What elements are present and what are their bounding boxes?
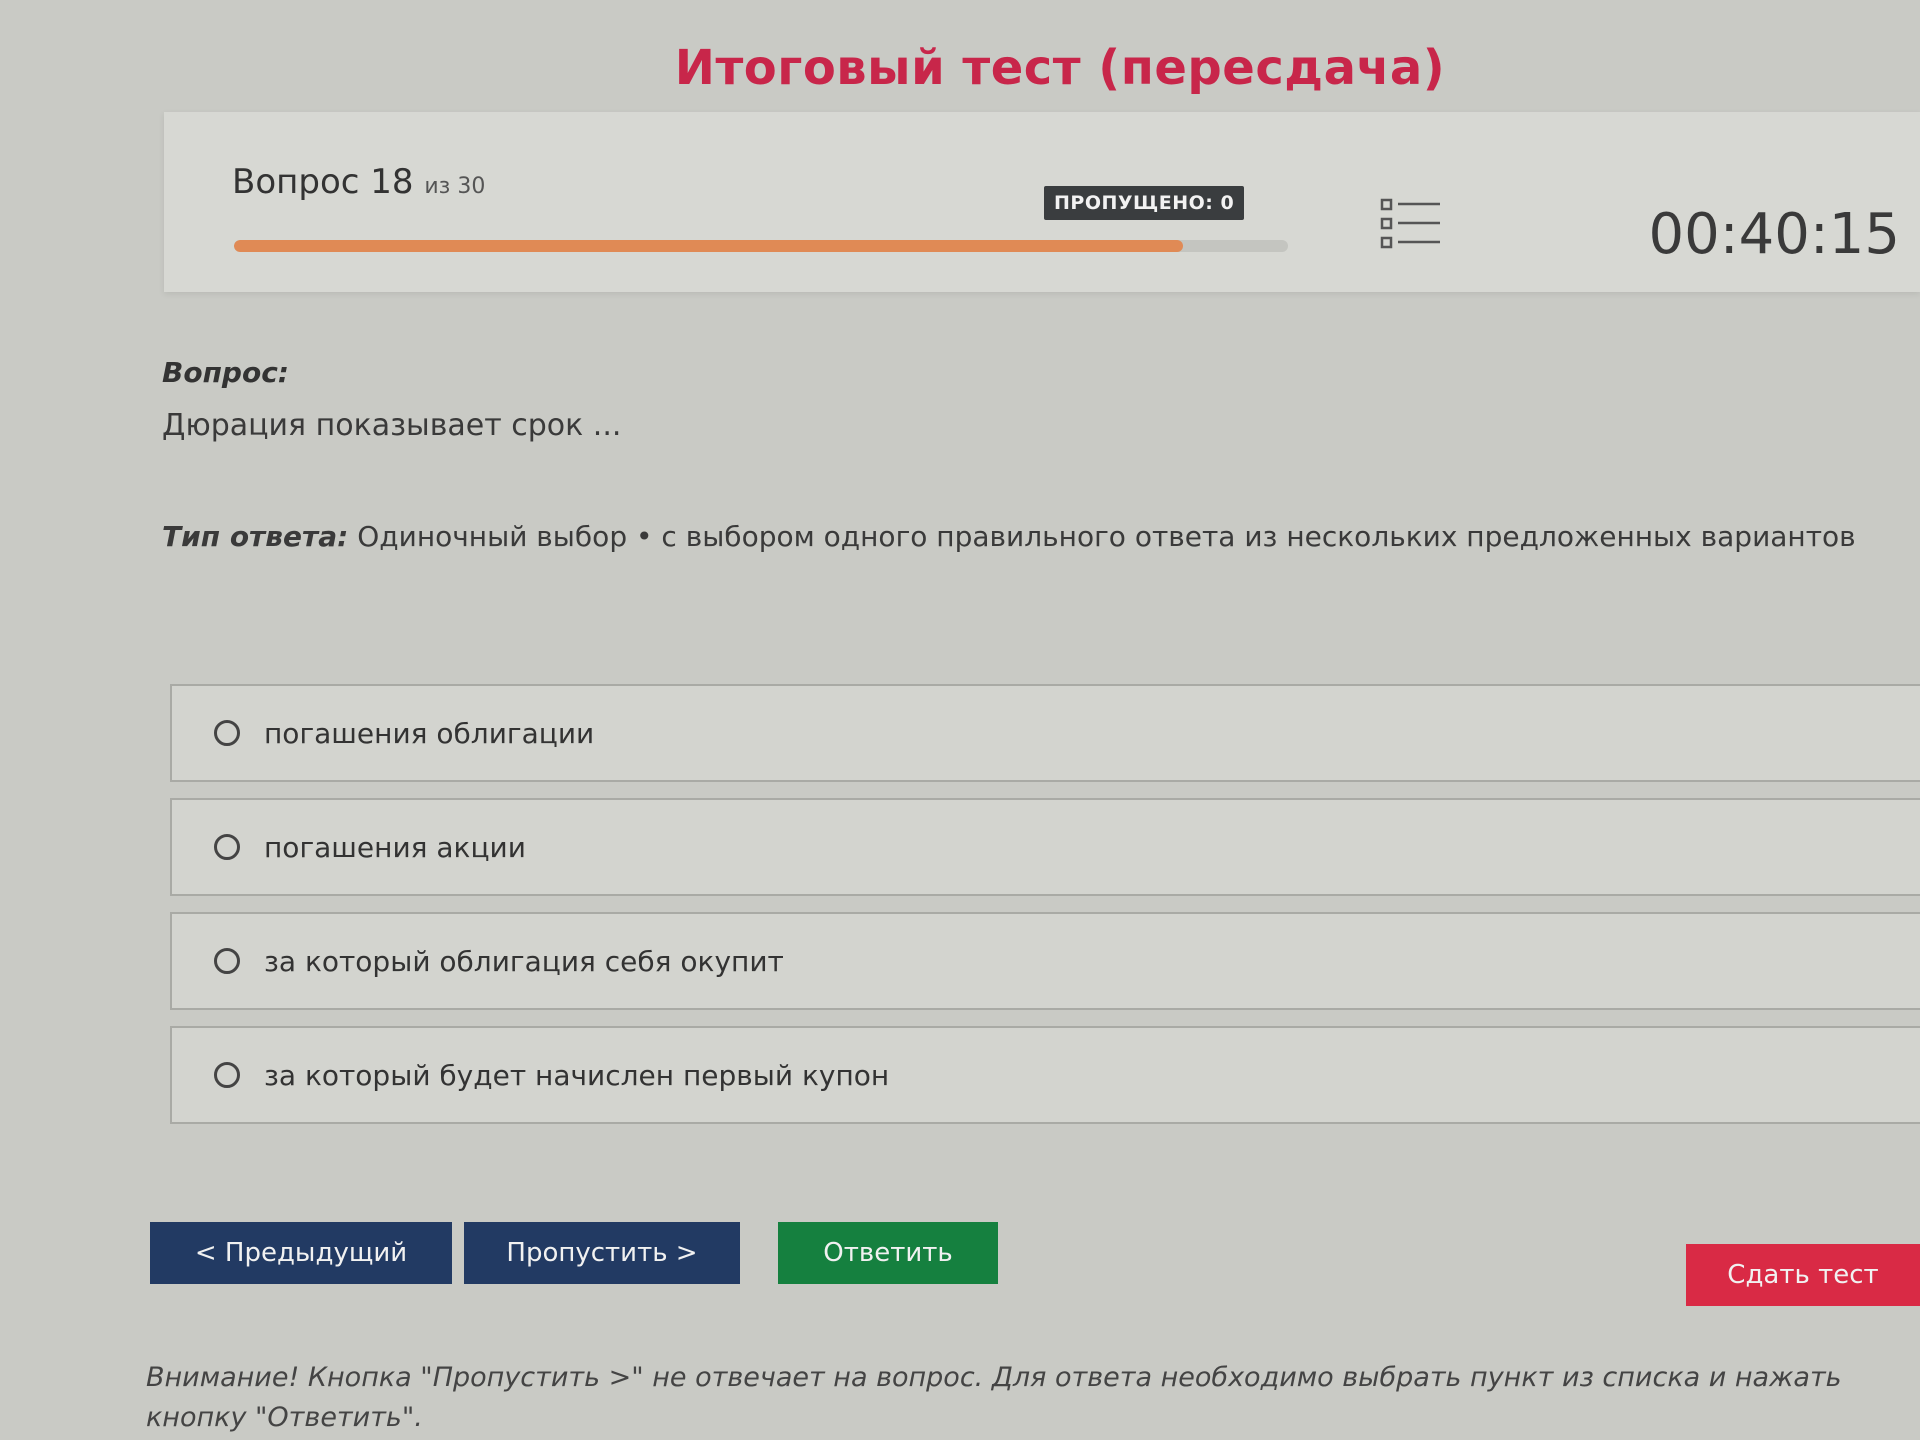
question-counter: Вопрос 18 из 30 bbox=[232, 162, 485, 202]
previous-button[interactable]: < Предыдущий bbox=[150, 1222, 452, 1284]
question-total: из 30 bbox=[424, 174, 486, 199]
answer-option[interactable]: за который будет начислен первый купон bbox=[170, 1026, 1920, 1124]
progress-bar-fill bbox=[234, 240, 1183, 252]
answer-option-label: погашения акции bbox=[264, 830, 526, 864]
answer-option-label: за который будет начислен первый купон bbox=[264, 1058, 890, 1092]
answer-option[interactable]: за который облигация себя окупит bbox=[170, 912, 1920, 1010]
question-list-icon[interactable] bbox=[1380, 196, 1442, 252]
submit-test-button[interactable]: Сдать тест bbox=[1686, 1244, 1920, 1306]
radio-button-icon[interactable] bbox=[214, 948, 240, 974]
test-header-panel: Вопрос 18 из 30 ПРОПУЩЕНО: 0 00:40:15 bbox=[164, 112, 1920, 292]
answer-type-label: Тип ответа: bbox=[162, 520, 349, 553]
question-word: Вопрос bbox=[232, 162, 360, 202]
answer-options: погашения облигации погашения акции за к… bbox=[170, 684, 1920, 1140]
skip-button[interactable]: Пропустить > bbox=[464, 1222, 740, 1284]
answer-option[interactable]: погашения облигации bbox=[170, 684, 1920, 782]
radio-button-icon[interactable] bbox=[214, 720, 240, 746]
question-current-number: 18 bbox=[370, 162, 414, 202]
answer-type: Тип ответа: Одиночный выбор • с выбором … bbox=[162, 520, 1856, 553]
answer-button[interactable]: Ответить bbox=[778, 1222, 998, 1284]
radio-button-icon[interactable] bbox=[214, 1062, 240, 1088]
answer-option-label: за который облигация себя окупит bbox=[264, 944, 784, 978]
radio-button-icon[interactable] bbox=[214, 834, 240, 860]
skipped-badge: ПРОПУЩЕНО: 0 bbox=[1044, 186, 1245, 220]
answer-option[interactable]: погашения акции bbox=[170, 798, 1920, 896]
skip-warning-note: Внимание! Кнопка "Пропустить >" не отвеч… bbox=[146, 1362, 1842, 1433]
page-title: Итоговый тест (пересдача) bbox=[674, 40, 1446, 96]
question-text: Дюрация показывает срок ... bbox=[162, 408, 622, 443]
progress-bar bbox=[234, 240, 1288, 252]
countdown-timer: 00:40:15 bbox=[1648, 202, 1900, 267]
answer-option-label: погашения облигации bbox=[264, 716, 595, 750]
answer-type-text: Одиночный выбор • с выбором одного прави… bbox=[357, 520, 1856, 553]
question-label: Вопрос: bbox=[162, 356, 289, 389]
